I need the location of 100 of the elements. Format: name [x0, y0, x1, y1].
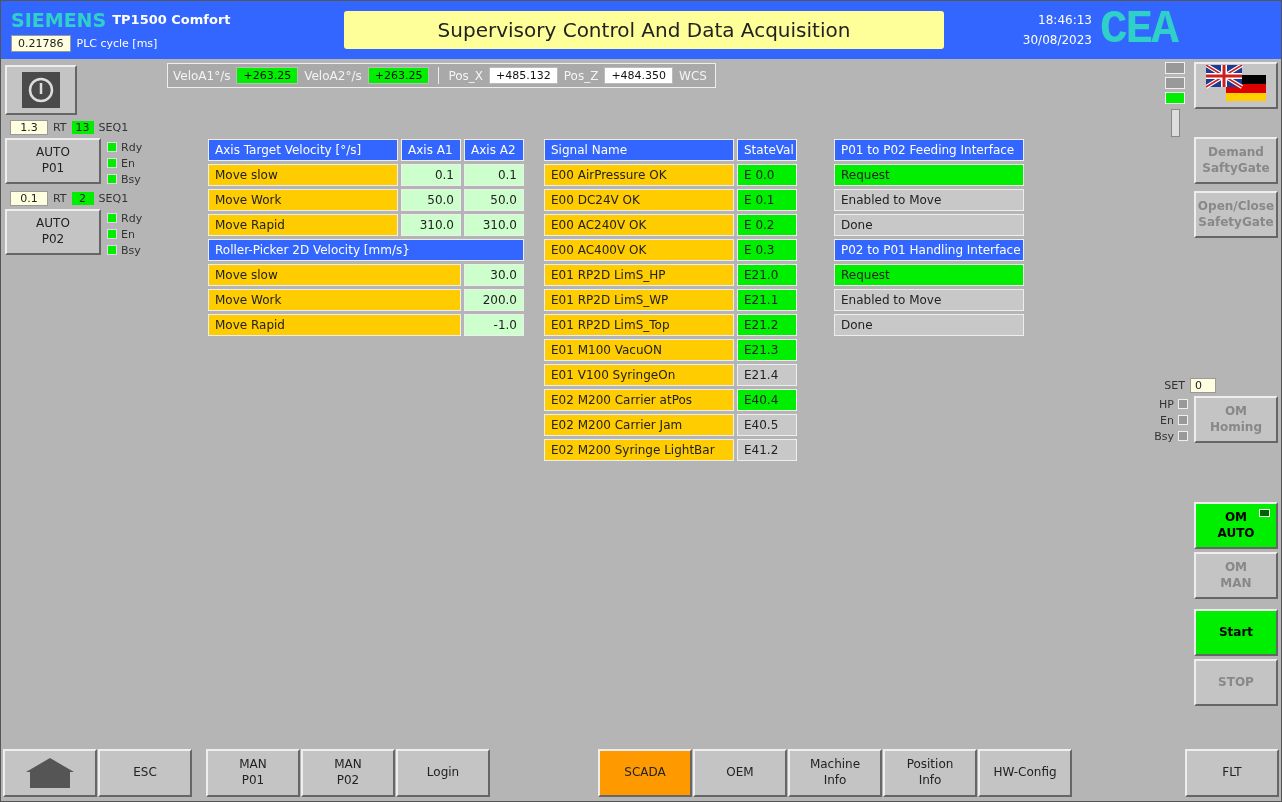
section-header: Roller-Picker 2D Velocity [mm/s}: [208, 239, 524, 261]
auto-mode-button[interactable]: AUTO P01: [5, 138, 101, 184]
rt-label: RT: [53, 121, 67, 134]
readout-value: +263.25: [236, 67, 299, 84]
signal-state: E21.4: [737, 364, 797, 386]
parameter-name: Move slow: [208, 264, 461, 286]
language-button[interactable]: [1194, 62, 1278, 109]
clock-date: 30/08/2023: [1022, 33, 1092, 47]
signal-name: E01 RP2D LimS_HP: [544, 264, 734, 286]
led-label: HP: [1159, 397, 1174, 411]
signal-state: E21.3: [737, 339, 797, 361]
led-label: En: [121, 156, 135, 170]
signal-name: E02 M200 Carrier Jam: [544, 414, 734, 436]
nav-button[interactable]: OEM: [693, 749, 787, 797]
led-label: Rdy: [121, 140, 143, 154]
column-header: StateVal: [737, 139, 797, 161]
brand-logo: SIEMENS: [11, 8, 107, 31]
led-label: En: [121, 227, 135, 241]
sequence-step: 2: [71, 192, 94, 205]
led-label: Bsy: [1154, 429, 1174, 443]
home-button[interactable]: [3, 749, 97, 797]
house-icon: [25, 757, 75, 789]
signal-name: E01 RP2D LimS_Top: [544, 314, 734, 336]
column-header: Axis Target Velocity [°/s]: [208, 139, 398, 161]
readout-value: +263.25: [367, 67, 430, 84]
nav-button[interactable]: FLT: [1185, 749, 1279, 797]
interface-header: P02 to P01 Handling Interface: [834, 239, 1024, 261]
coordinate-frame-label: WCS: [679, 68, 707, 83]
velocity-value: 30.0: [464, 264, 524, 286]
led-label: Bsy: [121, 172, 141, 186]
nav-button[interactable]: MAN P02: [301, 749, 395, 797]
nav-button[interactable]: Machine Info: [788, 749, 882, 797]
sequence-label: SEQ1: [98, 121, 129, 134]
plc-cycle-value: 0.21786: [11, 34, 71, 52]
cycle-time-field: 1.3: [10, 120, 48, 135]
signal-state: E21.2: [737, 314, 797, 336]
signal-state: E 0.2: [737, 214, 797, 236]
interface-signal: Request: [834, 164, 1024, 186]
signal-name: E01 M100 VacuON: [544, 339, 734, 361]
sequence-label: SEQ1: [98, 192, 129, 205]
active-led-icon: [1259, 509, 1270, 517]
parameter-name: Move Work: [208, 289, 461, 311]
readout-label: Pos_X: [448, 68, 484, 83]
velocity-value: 0.1: [401, 164, 461, 186]
interface-signal: Request: [834, 264, 1024, 286]
interface-signal: Enabled to Move: [834, 189, 1024, 211]
readout-label: VeloA1°/s: [173, 68, 231, 83]
clock-time: 18:46:13: [1038, 13, 1092, 27]
plc-cycle-label: PLC cycle [ms]: [76, 36, 158, 50]
parameter-name: Move slow: [208, 164, 398, 186]
signal-state: E40.5: [737, 414, 797, 436]
signal-name: E02 M200 Carrier atPos: [544, 389, 734, 411]
interface-header: P01 to P02 Feeding Interface: [834, 139, 1024, 161]
velocity-value: 310.0: [401, 214, 461, 236]
readout-value: +485.132: [489, 67, 558, 84]
run-button[interactable]: Start: [1194, 609, 1278, 656]
power-button[interactable]: [5, 65, 77, 115]
signal-name: E02 M200 Syringe LightBar: [544, 439, 734, 461]
auto-mode-button[interactable]: AUTO P02: [5, 209, 101, 255]
flags-icon: [1206, 65, 1266, 102]
led-label: Bsy: [121, 243, 141, 257]
nav-button[interactable]: HW-Config: [978, 749, 1072, 797]
panel-model: TP1500 Comfort: [112, 12, 231, 27]
nav-button[interactable]: ESC: [98, 749, 192, 797]
column-header: Signal Name: [544, 139, 734, 161]
column-header: Axis A2: [464, 139, 524, 161]
rt-label: RT: [53, 192, 67, 205]
set-label: SET: [1164, 379, 1185, 392]
power-icon: [22, 72, 60, 108]
company-logo: CEA: [1100, 4, 1177, 56]
signal-name: E00 AC240V OK: [544, 214, 734, 236]
readout-value: +484.350: [604, 67, 674, 84]
nav-button[interactable]: MAN P01: [206, 749, 300, 797]
readout-label: VeloA2°/s: [304, 68, 362, 83]
velocity-value: 200.0: [464, 289, 524, 311]
interface-signal: Done: [834, 214, 1024, 236]
set-value-field: 0: [1190, 378, 1216, 393]
signal-name: E00 AC400V OK: [544, 239, 734, 261]
nav-button[interactable]: SCADA: [598, 749, 692, 797]
velocity-value: 50.0: [401, 189, 461, 211]
led-label: Rdy: [121, 211, 143, 225]
interface-signal: Done: [834, 314, 1024, 336]
scroll-bar: [1170, 109, 1180, 137]
signal-state: E21.1: [737, 289, 797, 311]
velocity-value: -1.0: [464, 314, 524, 336]
signal-state: E21.0: [737, 264, 797, 286]
signal-state: E40.4: [737, 389, 797, 411]
nav-button[interactable]: Login: [396, 749, 490, 797]
nav-button[interactable]: Position Info: [883, 749, 977, 797]
signal-state: E41.2: [737, 439, 797, 461]
parameter-name: Move Work: [208, 189, 398, 211]
signal-state: E 0.0: [737, 164, 797, 186]
mode-button[interactable]: OM AUTO: [1194, 502, 1278, 549]
velocity-value: 50.0: [464, 189, 524, 211]
velocity-value: 0.1: [464, 164, 524, 186]
signal-name: E01 V100 SyringeOn: [544, 364, 734, 386]
velocity-value: 310.0: [464, 214, 524, 236]
screen-title: Supervisory Control And Data Acquisition: [344, 11, 944, 49]
column-header: Axis A1: [401, 139, 461, 161]
signal-name: E00 DC24V OK: [544, 189, 734, 211]
